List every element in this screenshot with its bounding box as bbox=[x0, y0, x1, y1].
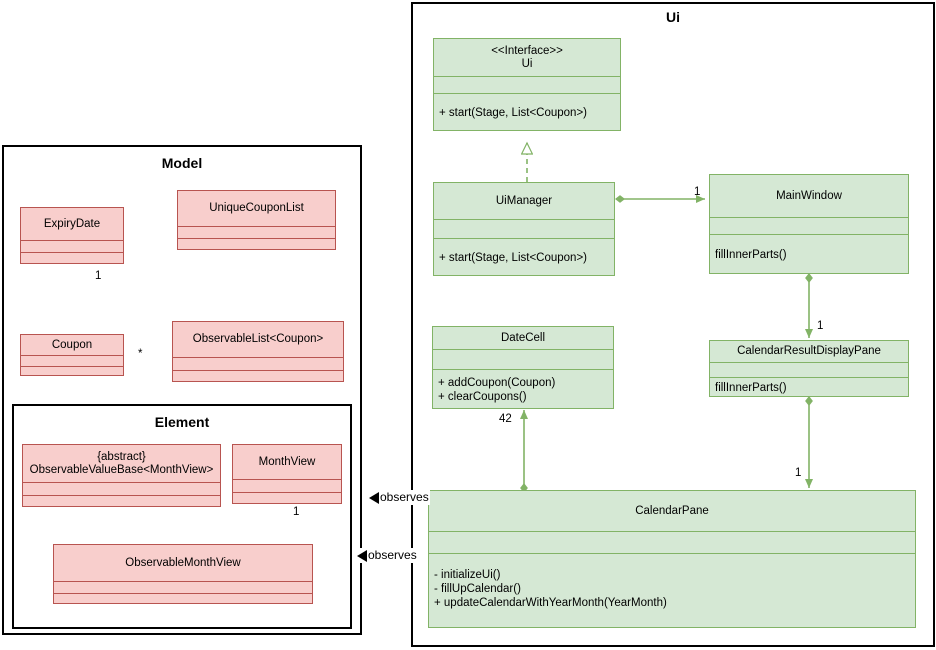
class-unique-coupon-list-attributes bbox=[178, 226, 335, 238]
class-date-cell-methods: + addCoupon(Coupon) + clearCoupons() bbox=[433, 369, 613, 409]
class-ui-manager-attributes bbox=[434, 219, 614, 238]
class-unique-coupon-list-methods bbox=[178, 238, 335, 249]
class-observable-month-view-name: ObservableMonthView bbox=[125, 556, 241, 569]
class-ui-interface[interactable]: <<Interface>> Ui + start(Stage, List<Cou… bbox=[433, 38, 621, 131]
package-ui-title: Ui bbox=[666, 9, 680, 25]
class-calendar-pane-methods: - initializeUi() - fillUpCalendar() + up… bbox=[429, 553, 915, 627]
label-monthview-observablemonthview-multiplicity: 1 bbox=[293, 506, 300, 518]
label-calendarresult-calendarpane-multiplicity: 1 bbox=[795, 467, 802, 479]
class-calendar-result-display-pane[interactable]: CalendarResultDisplayPane fillInnerParts… bbox=[709, 340, 909, 397]
class-main-window-methods: fillInnerParts() bbox=[710, 234, 908, 274]
observes-text-2: observes bbox=[368, 548, 417, 562]
class-ui-interface-name: <<Interface>> Ui bbox=[491, 44, 563, 70]
class-ui-manager-name: UiManager bbox=[495, 194, 553, 207]
label-observes-observablemonthview: observes bbox=[357, 548, 418, 563]
class-calendar-pane-attributes bbox=[429, 531, 915, 553]
class-observable-value-base[interactable]: {abstract} ObservableValueBase<MonthView… bbox=[22, 444, 221, 507]
class-calendar-result-display-pane-methods: fillInnerParts() bbox=[710, 377, 908, 397]
class-observable-list-coupon-methods bbox=[173, 370, 343, 382]
class-expiry-date-attributes bbox=[21, 240, 123, 252]
class-calendar-pane[interactable]: CalendarPane - initializeUi() - fillUpCa… bbox=[428, 490, 916, 628]
class-coupon-attributes bbox=[21, 355, 123, 366]
label-uimanager-mainwindow-multiplicity: 1 bbox=[694, 186, 701, 198]
class-date-cell[interactable]: DateCell + addCoupon(Coupon) + clearCoup… bbox=[432, 326, 614, 409]
class-expiry-date[interactable]: ExpiryDate bbox=[20, 207, 124, 264]
class-coupon[interactable]: Coupon bbox=[20, 334, 124, 376]
class-main-window-attributes bbox=[710, 217, 908, 234]
class-calendar-result-display-pane-name: CalendarResultDisplayPane bbox=[737, 345, 881, 357]
class-main-window[interactable]: MainWindow fillInnerParts() bbox=[709, 174, 909, 274]
class-observable-value-base-name: {abstract} ObservableValueBase<MonthView… bbox=[29, 450, 214, 476]
class-unique-coupon-list-name: UniqueCouponList bbox=[209, 202, 304, 214]
class-main-window-name: MainWindow bbox=[776, 189, 842, 202]
class-month-view-attributes bbox=[233, 479, 341, 492]
label-mainwindow-calendarresult-multiplicity: 1 bbox=[817, 320, 824, 332]
class-observable-month-view-methods bbox=[54, 593, 312, 604]
class-month-view[interactable]: MonthView bbox=[232, 444, 342, 504]
class-observable-list-coupon-attributes bbox=[173, 357, 343, 370]
class-observable-list-coupon[interactable]: ObservableList<Coupon> bbox=[172, 321, 344, 382]
class-observable-month-view-attributes bbox=[54, 581, 312, 593]
class-expiry-date-methods bbox=[21, 252, 123, 263]
class-ui-interface-methods: + start(Stage, List<Coupon>) bbox=[434, 93, 620, 131]
class-observable-value-base-attributes bbox=[23, 482, 220, 495]
class-calendar-result-display-pane-attributes bbox=[710, 362, 908, 377]
observes-triangle-icon-2 bbox=[357, 549, 367, 562]
class-month-view-methods bbox=[233, 492, 341, 504]
class-ui-interface-attributes bbox=[434, 76, 620, 93]
class-coupon-methods bbox=[21, 366, 123, 376]
class-ui-manager[interactable]: UiManager + start(Stage, List<Coupon>) bbox=[433, 182, 615, 276]
uml-class-diagram: MainWindow --> CalendarResultDisplayPane… bbox=[0, 0, 936, 650]
class-month-view-name: MonthView bbox=[258, 455, 316, 468]
class-unique-coupon-list[interactable]: UniqueCouponList bbox=[177, 190, 336, 250]
label-observes-observablelist: observes bbox=[369, 490, 430, 505]
observes-text-1: observes bbox=[380, 490, 429, 504]
package-model-title: Model bbox=[161, 155, 203, 171]
class-calendar-pane-name: CalendarPane bbox=[635, 504, 709, 517]
label-observablelist-coupon-multiplicity: * bbox=[138, 348, 143, 360]
label-calendarpane-datecell-multiplicity: 42 bbox=[499, 413, 512, 425]
class-observable-value-base-methods bbox=[23, 495, 220, 507]
class-observable-list-coupon-name: ObservableList<Coupon> bbox=[192, 333, 324, 345]
observes-triangle-icon bbox=[369, 491, 379, 504]
class-ui-manager-methods: + start(Stage, List<Coupon>) bbox=[434, 238, 614, 276]
class-date-cell-name: DateCell bbox=[500, 331, 546, 344]
class-expiry-date-name: ExpiryDate bbox=[43, 217, 101, 230]
label-coupon-expirydate-multiplicity: 1 bbox=[95, 270, 102, 282]
package-element-title: Element bbox=[154, 414, 210, 430]
class-coupon-name: Coupon bbox=[51, 338, 93, 351]
class-date-cell-attributes bbox=[433, 349, 613, 369]
class-observable-month-view[interactable]: ObservableMonthView bbox=[53, 544, 313, 604]
